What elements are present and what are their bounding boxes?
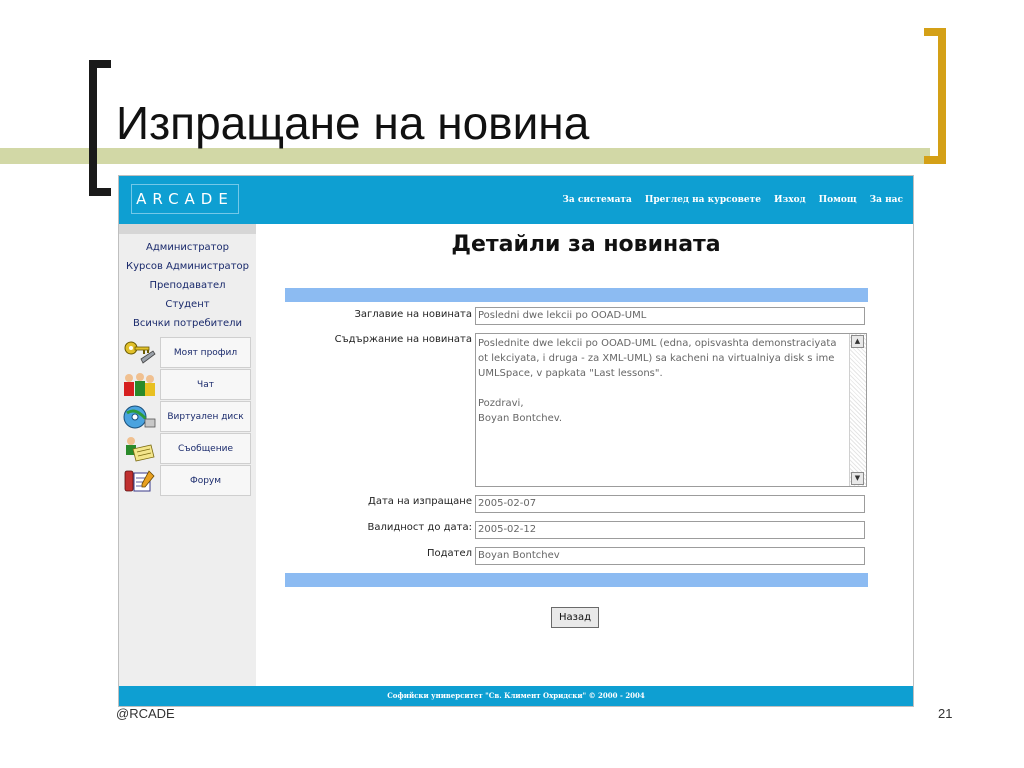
nav-about-system-link[interactable]: За системата xyxy=(562,195,631,205)
nav-logout-link[interactable]: Изход xyxy=(774,195,806,205)
people-icon xyxy=(124,373,155,396)
sender-label: Подател xyxy=(426,548,472,559)
news-content-text: Poslednite dwe lekcii po OOAD-UML (edna,… xyxy=(478,338,837,424)
back-button[interactable]: Назад xyxy=(551,607,599,628)
content-scrollbar[interactable]: ▲ ▼ xyxy=(849,334,866,486)
slide-footer-label: @RCADE xyxy=(116,706,175,721)
app-header-bar: ARCADE За системата Преглед на курсовете… xyxy=(119,176,913,224)
send-date-label: Дата на изпращане xyxy=(368,496,472,507)
sidebar-header-strip xyxy=(119,224,256,234)
left-bracket-decoration xyxy=(89,60,111,196)
valid-until-field[interactable]: 2005-02-12 xyxy=(475,521,865,539)
slide-title: Изпращане на новина xyxy=(116,97,590,149)
app-footer-bar: Софийски университет "Св. Климент Охридс… xyxy=(119,686,913,706)
sidebar-item-forum: Форум xyxy=(119,465,251,496)
nav-about-us-link[interactable]: За нас xyxy=(870,195,903,205)
message-button[interactable]: Съобщение xyxy=(160,433,251,464)
right-bracket-decoration xyxy=(924,28,946,164)
nav-help-link[interactable]: Помощ xyxy=(819,195,857,205)
news-content-textarea[interactable]: Poslednite dwe lekcii po OOAD-UML (edna,… xyxy=(475,333,867,487)
forum-button[interactable]: Форум xyxy=(160,465,251,496)
valid-until-label: Валидност до дата: xyxy=(367,522,472,533)
form-top-divider xyxy=(285,288,868,302)
nav-courses-link[interactable]: Преглед на курсовете xyxy=(645,195,761,205)
form-bottom-divider xyxy=(285,573,868,587)
top-navigation: За системата Преглед на курсовете Изход … xyxy=(562,195,903,205)
sidebar: Администратор Курсов Администратор Препо… xyxy=(119,224,256,686)
news-content-label: Съдържание на новината xyxy=(334,334,472,345)
disk-icon xyxy=(123,405,156,429)
news-title-label: Заглавие на новината xyxy=(354,309,472,320)
sidebar-role-student[interactable]: Студент xyxy=(119,299,256,310)
message-icon xyxy=(126,437,155,462)
keys-icon xyxy=(124,341,156,364)
sender-field[interactable]: Boyan Bontchev xyxy=(475,547,865,565)
sidebar-role-course-admin[interactable]: Курсов Администратор xyxy=(119,261,256,272)
sidebar-role-administrator[interactable]: Администратор xyxy=(119,242,256,253)
chat-button[interactable]: Чат xyxy=(160,369,251,400)
sidebar-item-profile: Моят профил xyxy=(119,337,251,368)
sidebar-item-message: Съобщение xyxy=(119,433,251,464)
my-profile-button[interactable]: Моят профил xyxy=(160,337,251,368)
arcade-logo[interactable]: ARCADE xyxy=(131,184,239,214)
virtual-disk-button[interactable]: Виртуален диск xyxy=(160,401,251,432)
sidebar-item-virtual-disk: Виртуален диск xyxy=(119,401,251,432)
page-title: Детайли за новината xyxy=(451,232,721,257)
send-date-field[interactable]: 2005-02-07 xyxy=(475,495,865,513)
app-window: ARCADE За системата Преглед на курсовете… xyxy=(118,175,914,707)
forum-icon xyxy=(124,470,155,492)
slide-page-number: 21 xyxy=(938,706,953,721)
news-title-field[interactable]: Posledni dwe lekcii po OOAD-UML xyxy=(475,307,865,325)
scroll-up-arrow-icon[interactable]: ▲ xyxy=(851,335,864,348)
scroll-down-arrow-icon[interactable]: ▼ xyxy=(851,472,864,485)
sidebar-role-all-users[interactable]: Всички потребители xyxy=(119,318,256,329)
slide-decoration-band xyxy=(0,148,930,164)
sidebar-item-chat: Чат xyxy=(119,369,251,400)
sidebar-role-teacher[interactable]: Преподавател xyxy=(119,280,256,291)
